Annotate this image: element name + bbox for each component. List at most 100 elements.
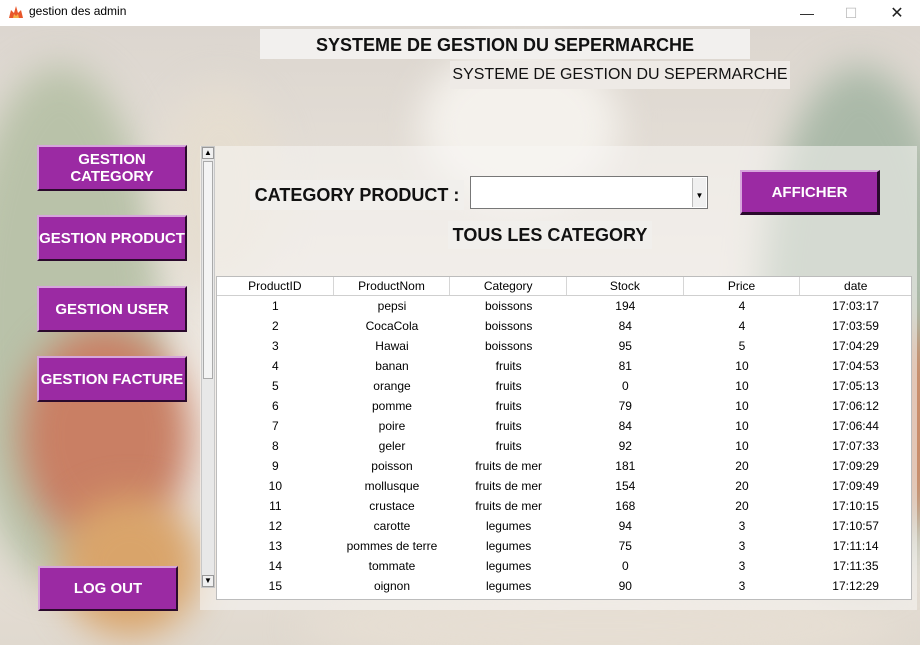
cell-price: 5 [738,339,746,353]
page-subtitle: SYSTEME DE GESTION DU SEPERMARCHE [450,61,790,89]
cell-product-nom: oignon [373,579,410,593]
cell-category: fruits de mer [475,459,542,473]
cell-stock: 168 [615,499,636,513]
cell-stock: 81 [618,359,632,373]
cell-product-id: 9 [271,459,279,473]
table-row[interactable]: 2 CocaCola boissons 84 4 17:03:59 [217,316,911,336]
category-select[interactable]: ▼ [470,176,708,209]
table-row[interactable]: 14 tommate legumes 0 3 17:11:35 [217,556,911,576]
cell-product-nom: pommes de terre [346,539,438,553]
cell-product-nom: poisson [371,459,413,473]
cell-price: 20 [735,499,749,513]
logout-button[interactable]: LOG OUT [38,566,178,611]
cell-product-id: 5 [271,379,279,393]
table-row[interactable]: 8 geler fruits 92 10 17:07:33 [217,436,911,456]
table-row[interactable]: 13 pommes de terre legumes 75 3 17:11:14 [217,536,911,556]
cell-price: 20 [735,459,749,473]
scroll-down-icon[interactable]: ▼ [202,575,214,587]
cell-product-id: 12 [268,519,282,533]
cell-product-nom: CocaCola [365,319,419,333]
cell-category: fruits [495,379,522,393]
column-header-productid[interactable]: ProductID [217,277,334,295]
cell-product-id: 3 [271,339,279,353]
cell-product-id: 4 [271,359,279,373]
cell-stock: 79 [618,399,632,413]
column-header-category[interactable]: Category [450,277,568,295]
scrollbar-thumb[interactable] [203,161,213,379]
cell-category: legumes [485,519,532,533]
cell-stock: 181 [615,459,636,473]
cell-product-id: 14 [268,559,282,573]
cell-category: legumes [485,539,532,553]
cell-product-id: 8 [271,439,279,453]
products-table: ProductID ProductNom Category Stock Pric… [216,276,912,600]
cell-stock: 84 [618,319,632,333]
cell-category: legumes [485,559,532,573]
cell-product-nom: carotte [373,519,411,533]
column-header-date[interactable]: date [800,277,911,295]
cell-stock: 194 [615,299,636,313]
cell-product-nom: orange [373,379,411,393]
column-header-price[interactable]: Price [684,277,801,295]
table-row[interactable]: 6 pomme fruits 79 10 17:06:12 [217,396,911,416]
panel-vertical-scrollbar[interactable]: ▲ ▼ [201,146,215,588]
page-title: SYSTEME DE GESTION DU SEPERMARCHE [260,29,750,59]
minimize-icon[interactable]: — [784,0,830,26]
cell-product-id: 6 [271,399,279,413]
cell-date: 17:11:35 [832,559,879,573]
cell-category: fruits [495,419,522,433]
cell-stock: 92 [618,439,632,453]
window-title-bar: gestion des admin — ☐ ✕ [0,0,920,26]
cell-price: 10 [735,419,749,433]
cell-category: fruits [495,439,522,453]
gestion-product-button[interactable]: GESTION PRODUCT [37,215,187,261]
cell-date: 17:12:29 [832,579,879,593]
cell-date: 17:07:33 [832,439,879,453]
cell-stock: 154 [615,479,636,493]
cell-product-id: 11 [269,499,282,513]
cell-stock: 75 [618,539,632,553]
flame-app-icon [9,6,23,18]
cell-product-id: 7 [271,419,279,433]
cell-category: fruits de mer [475,499,542,513]
cell-date: 17:03:17 [832,299,879,313]
cell-price: 3 [738,559,746,573]
cell-product-id: 1 [271,299,279,313]
cell-stock: 95 [618,339,632,353]
cell-date: 17:10:15 [832,499,879,513]
cell-date: 17:06:12 [832,399,879,413]
table-row[interactable]: 11 crustace fruits de mer 168 20 17:10:15 [217,496,911,516]
scroll-up-icon[interactable]: ▲ [202,147,214,159]
cell-stock: 90 [618,579,632,593]
cell-date: 17:05:13 [832,379,879,393]
column-header-productnom[interactable]: ProductNom [334,277,451,295]
table-row[interactable]: 1 pepsi boissons 194 4 17:03:17 [217,296,911,316]
table-row[interactable]: 9 poisson fruits de mer 181 20 17:09:29 [217,456,911,476]
cell-stock: 0 [621,559,629,573]
gestion-user-button[interactable]: GESTION USER [37,286,187,332]
column-header-stock[interactable]: Stock [567,277,684,295]
table-header: ProductID ProductNom Category Stock Pric… [217,277,911,296]
gestion-facture-button[interactable]: GESTION FACTURE [37,356,187,402]
maximize-icon[interactable]: ☐ [828,0,874,26]
cell-date: 17:03:59 [832,319,879,333]
table-row[interactable]: 3 Hawai boissons 95 5 17:04:29 [217,336,911,356]
afficher-button[interactable]: AFFICHER [740,170,880,215]
table-row[interactable]: 4 banan fruits 81 10 17:04:53 [217,356,911,376]
cell-date: 17:09:49 [832,479,879,493]
table-row[interactable]: 15 oignon legumes 90 3 17:12:29 [217,576,911,596]
chevron-down-icon[interactable]: ▼ [692,178,706,207]
table-row[interactable]: 7 poire fruits 84 10 17:06:44 [217,416,911,436]
table-row[interactable]: 12 carotte legumes 94 3 17:10:57 [217,516,911,536]
close-icon[interactable]: ✕ [874,0,920,26]
cell-product-nom: banan [375,359,409,373]
table-row[interactable]: 5 orange fruits 0 10 17:05:13 [217,376,911,396]
cell-category: fruits de mer [475,479,542,493]
cell-category: boissons [484,339,533,353]
table-row[interactable]: 10 mollusque fruits de mer 154 20 17:09:49 [217,476,911,496]
cell-price: 3 [738,579,746,593]
cell-product-nom: tommate [368,559,416,573]
cell-date: 17:11:14 [832,539,879,553]
cell-product-nom: crustace [369,499,415,513]
gestion-category-button[interactable]: GESTION CATEGORY [37,145,187,191]
